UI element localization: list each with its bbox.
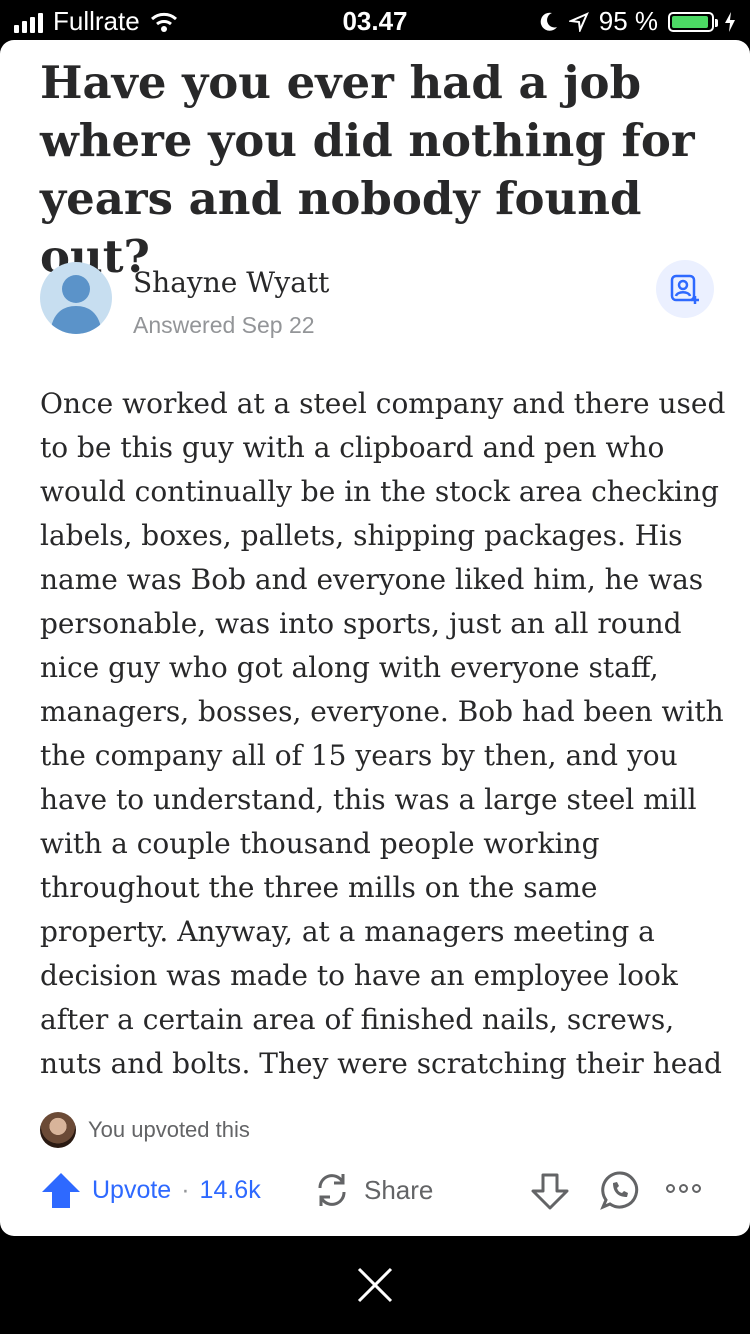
- author-name[interactable]: Shayne Wyatt: [133, 266, 329, 299]
- follow-icon: [670, 274, 699, 304]
- share-button[interactable]: Share: [312, 1170, 433, 1210]
- author-avatar[interactable]: [40, 262, 112, 334]
- answer-line: nice guy who got along with everyone sta…: [40, 651, 659, 684]
- separator: ·: [181, 1175, 190, 1204]
- answer-line: have to understand, this was a large ste…: [40, 783, 697, 816]
- battery-icon: [668, 11, 718, 32]
- upvote-label: Upvote: [92, 1175, 172, 1204]
- close-icon: [357, 1267, 393, 1303]
- action-bar: Upvote · 14.6k Share: [40, 1170, 720, 1216]
- author-row: Shayne Wyatt Answered Sep 22: [40, 260, 720, 342]
- answer-line: personable, was into sports, just an all…: [40, 607, 682, 640]
- upvoted-row: You upvoted this: [40, 1112, 250, 1148]
- upvote-arrow-icon: [42, 1173, 80, 1208]
- more-icon: [666, 1184, 701, 1193]
- close-button[interactable]: [355, 1265, 395, 1305]
- downvote-button[interactable]: [530, 1172, 570, 1217]
- answer-line: would continually be in the stock area c…: [40, 475, 719, 508]
- moon-icon: [540, 12, 557, 31]
- share-icon: [318, 1174, 346, 1206]
- answer-card: Have you ever had a job where you did no…: [0, 40, 750, 1236]
- downvote-icon: [531, 1173, 569, 1210]
- follow-button[interactable]: [656, 260, 714, 318]
- answer-line: property. Anyway, at a managers meeting …: [40, 915, 655, 948]
- whatsapp-icon: [600, 1171, 639, 1210]
- answer-line: throughout the three mills on the same: [40, 871, 598, 904]
- answer-line: labels, boxes, pallets, shipping package…: [40, 519, 683, 552]
- answer-line: the company all of 15 years by then, and…: [40, 739, 678, 772]
- upvote-button[interactable]: Upvote · 14.6k: [40, 1170, 261, 1210]
- location-icon: [568, 11, 589, 32]
- answer-line: managers, bosses, everyone. Bob had been…: [40, 695, 724, 728]
- battery-percent: 95 %: [598, 6, 658, 36]
- answer-line: Once worked at a steel company and there…: [40, 387, 726, 420]
- share-label: Share: [364, 1174, 434, 1205]
- question-title[interactable]: Have you ever had a job where you did no…: [40, 54, 720, 286]
- more-button[interactable]: [666, 1184, 701, 1193]
- whatsapp-button[interactable]: [600, 1170, 640, 1215]
- charging-icon: [725, 11, 735, 32]
- answered-date: Answered Sep 22: [133, 312, 315, 338]
- answer-line: after a certain area of finished nails, …: [40, 1003, 675, 1036]
- answer-line: name was Bob and everyone liked him, he …: [40, 563, 704, 596]
- answer-line: decision was made to have an employee lo…: [40, 959, 678, 992]
- upvoted-text: You upvoted this: [88, 1117, 250, 1142]
- answer-line: nuts and bolts. They were scratching the…: [40, 1047, 722, 1080]
- upvote-count: 14.6k: [199, 1175, 261, 1204]
- answer-body: Once worked at a steel company and there…: [40, 382, 726, 1086]
- answer-line: to be this guy with a clipboard and pen …: [40, 431, 665, 464]
- user-avatar: [40, 1112, 76, 1148]
- status-bar: Fullrate 03.47 95 %: [0, 0, 750, 40]
- answer-line: with a couple thousand people working: [40, 827, 600, 860]
